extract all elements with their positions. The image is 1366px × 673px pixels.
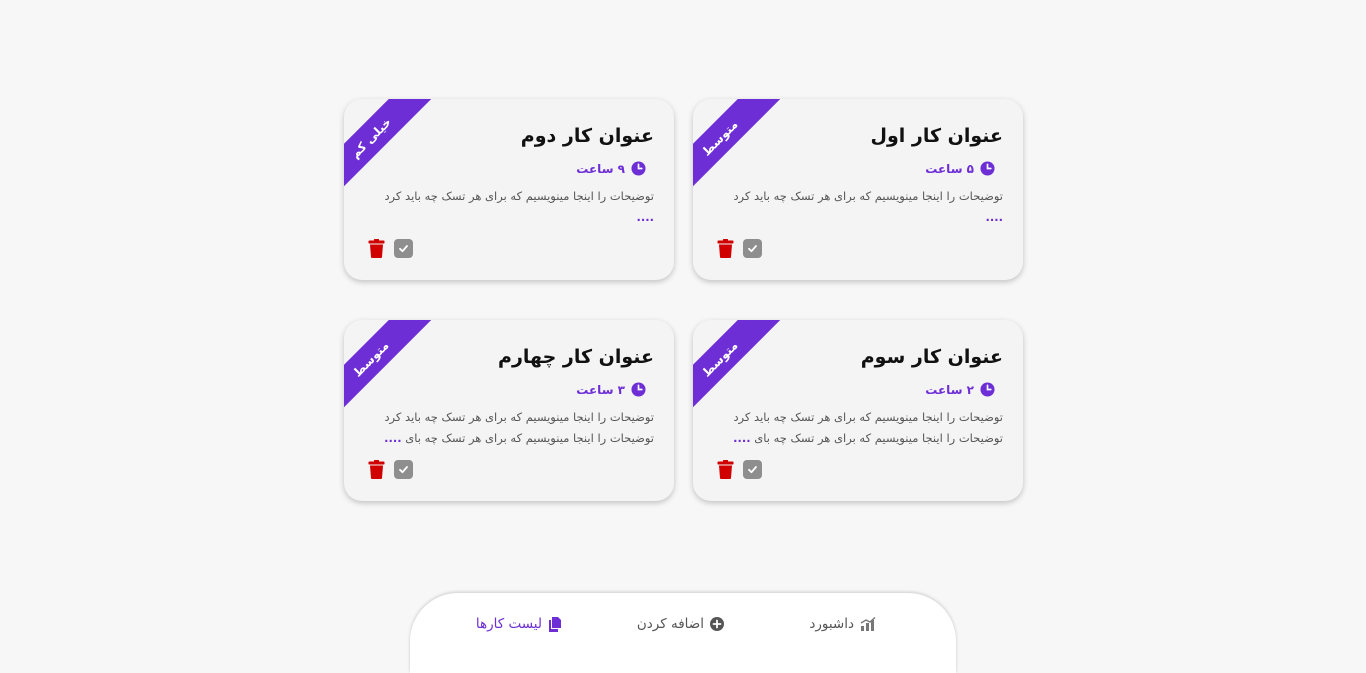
task-duration-text: ۳ ساعت	[576, 382, 625, 397]
nav-item-label: لیست کارها	[475, 616, 542, 632]
task-card: متوسط عنوان کار چهارم ۳ ساعت توضیحات را …	[344, 320, 674, 501]
read-more-link[interactable]: ....	[384, 431, 401, 445]
task-description-text: توضیحات را اینجا مینویسیم که برای هر تسک…	[384, 410, 654, 445]
trash-icon[interactable]	[717, 239, 734, 258]
chart-icon	[860, 617, 876, 631]
document-icon	[548, 616, 562, 632]
trash-icon[interactable]	[717, 460, 734, 479]
task-title: عنوان کار دوم	[520, 125, 654, 147]
task-card: متوسط عنوان کار سوم ۲ ساعت توضیحات را ای…	[693, 320, 1023, 501]
task-actions	[717, 239, 762, 258]
task-duration-text: ۲ ساعت	[925, 382, 974, 397]
nav-item-label: اضافه کردن	[636, 616, 704, 632]
trash-icon[interactable]	[368, 239, 385, 258]
check-icon[interactable]	[743, 460, 762, 479]
task-title: عنوان کار اول	[870, 125, 1003, 147]
task-title: عنوان کار سوم	[860, 346, 1003, 368]
read-more-link[interactable]: ....	[637, 210, 654, 224]
task-description: توضیحات را اینجا مینویسیم که برای هر تسک…	[713, 407, 1003, 449]
task-description-text: توضیحات را اینجا مینویسیم که برای هر تسک…	[733, 410, 1003, 445]
task-duration: ۲ ساعت	[925, 382, 995, 397]
task-duration: ۳ ساعت	[576, 382, 646, 397]
task-actions	[717, 460, 762, 479]
clock-icon	[631, 382, 646, 397]
check-icon[interactable]	[394, 239, 413, 258]
clock-icon	[631, 161, 646, 176]
task-description: توضیحات را اینجا مینویسیم که برای هر تسک…	[364, 407, 654, 449]
task-description: توضیحات را اینجا مینویسیم که برای هر تسک…	[364, 186, 654, 228]
task-duration-text: ۹ ساعت	[576, 161, 625, 176]
nav-item-task-list[interactable]: لیست کارها	[476, 616, 562, 632]
task-duration: ۵ ساعت	[925, 161, 995, 176]
trash-icon[interactable]	[368, 460, 385, 479]
task-grid: متوسط عنوان کار اول ۵ ساعت توضیحات را ای…	[343, 99, 1023, 501]
task-actions	[368, 239, 413, 258]
task-description: توضیحات را اینجا مینویسیم که برای هر تسک…	[713, 186, 1003, 228]
task-title: عنوان کار چهارم	[498, 346, 654, 368]
nav-item-add[interactable]: اضافه کردن	[637, 616, 724, 632]
nav-item-label: داشبورد	[809, 616, 854, 632]
task-description-text: توضیحات را اینجا مینویسیم که برای هر تسک…	[733, 189, 1003, 203]
task-card: متوسط عنوان کار اول ۵ ساعت توضیحات را ای…	[693, 99, 1023, 280]
task-duration: ۹ ساعت	[576, 161, 646, 176]
clock-icon	[980, 382, 995, 397]
read-more-link[interactable]: ....	[986, 210, 1003, 224]
clock-icon	[980, 161, 995, 176]
task-actions	[368, 460, 413, 479]
plus-circle-icon	[710, 617, 724, 631]
check-icon[interactable]	[394, 460, 413, 479]
task-description-text: توضیحات را اینجا مینویسیم که برای هر تسک…	[384, 189, 654, 203]
check-icon[interactable]	[743, 239, 762, 258]
read-more-link[interactable]: ....	[733, 431, 750, 445]
task-duration-text: ۵ ساعت	[925, 161, 974, 176]
bottom-nav: لیست کارها اضافه کردن داشبورد	[410, 593, 956, 673]
nav-item-dashboard[interactable]: داشبورد	[809, 616, 876, 632]
task-card: خیلی کم عنوان کار دوم ۹ ساعت توضیحات را …	[344, 99, 674, 280]
